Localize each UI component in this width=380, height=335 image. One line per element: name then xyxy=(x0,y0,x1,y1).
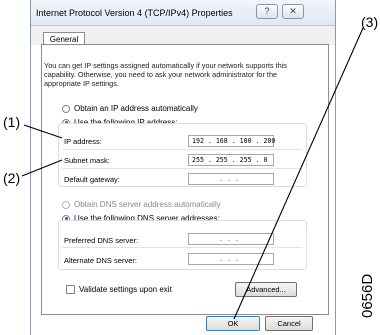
alternate-dns-label: Alternate DNS server: xyxy=(64,256,137,265)
title-bar: Internet Protocol Version 4 (TCP/IPv4) P… xyxy=(31,0,335,26)
cancel-button[interactable]: Cancel xyxy=(265,316,313,331)
subnet-mask-label: Subnet mask: xyxy=(64,156,110,165)
document-id: 0656D xyxy=(359,273,376,318)
radio-label: Obtain DNS server address automatically xyxy=(74,200,221,209)
ok-button[interactable]: OK xyxy=(206,316,260,331)
subnet-mask-input[interactable]: 255 . 255 . 255 . 0 xyxy=(188,154,274,166)
radio-obtain-ip-auto[interactable]: Obtain an IP address automatically xyxy=(62,104,198,113)
radio-obtain-dns-auto[interactable]: Obtain DNS server address automatically xyxy=(62,200,221,209)
advanced-button[interactable]: Advanced... xyxy=(235,282,297,297)
tab-strip: General xyxy=(31,26,335,46)
close-icon: ✕ xyxy=(289,6,297,16)
callout-label-1: (1) xyxy=(3,114,21,130)
description-text: You can get IP settings assigned automat… xyxy=(44,61,287,88)
preferred-dns-input[interactable]: . . . xyxy=(188,233,274,245)
radio-circle xyxy=(62,200,70,209)
divider xyxy=(62,247,302,248)
default-gateway-label: Default gateway: xyxy=(64,175,120,184)
checkbox-label: Validate settings upon exit xyxy=(79,285,172,294)
callout-label-3: (3) xyxy=(361,14,379,30)
window-title: Internet Protocol Version 4 (TCP/IPv4) P… xyxy=(36,8,233,18)
radio-circle xyxy=(62,104,70,113)
checkbox-box xyxy=(66,285,75,294)
default-gateway-input[interactable]: . . . xyxy=(188,173,274,185)
alternate-dns-input[interactable]: . . . xyxy=(188,253,274,265)
radio-label: Obtain an IP address automatically xyxy=(74,104,198,113)
ip-address-input[interactable]: 192 . 168 . 100 . 200 xyxy=(188,135,275,147)
help-button[interactable]: ? xyxy=(256,4,278,19)
preferred-dns-label: Preferred DNS server: xyxy=(64,236,139,245)
callout-label-2: (2) xyxy=(3,170,21,186)
close-button[interactable]: ✕ xyxy=(282,4,304,19)
divider xyxy=(62,168,302,169)
validate-settings-checkbox[interactable]: Validate settings upon exit xyxy=(66,285,172,294)
divider xyxy=(62,149,302,150)
ip-address-label: IP address: xyxy=(64,137,102,146)
help-icon: ? xyxy=(264,6,270,16)
